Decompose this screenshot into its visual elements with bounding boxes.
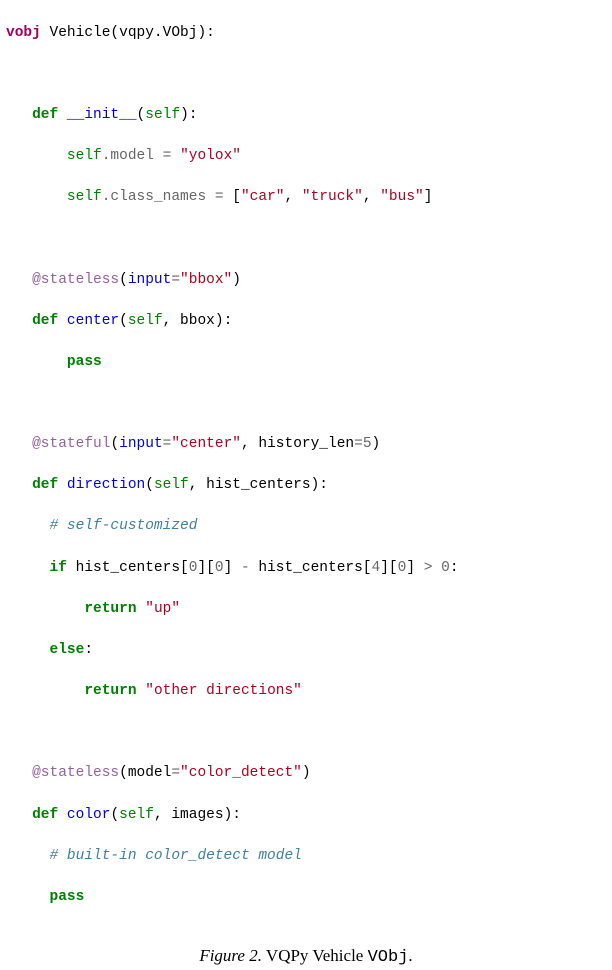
keyword-vobj: vobj [6, 25, 41, 41]
code-line: else: [6, 640, 604, 661]
string-literal: "other directions" [145, 683, 302, 699]
string-literal: "yolox" [180, 148, 241, 164]
code-line: def color(self, images): [6, 805, 604, 826]
code-line-blank [6, 393, 604, 414]
code-line: return "up" [6, 599, 604, 620]
string-literal: "center" [171, 436, 241, 452]
keyword-if: if [50, 560, 67, 576]
keyword-return: return [84, 601, 136, 617]
keyword-self: self [67, 189, 102, 205]
keyword-def: def [32, 107, 58, 123]
comment: # built-in color_detect model [50, 848, 302, 864]
code-line-blank [6, 64, 604, 85]
figure-caption: Figure 2. VQPy Vehicle VObj. [0, 944, 612, 970]
keyword-return: return [84, 683, 136, 699]
decorator: @stateless [32, 272, 119, 288]
code-line: self.model = "yolox" [6, 146, 604, 167]
code-line: return "other directions" [6, 681, 604, 702]
function-name: center [58, 313, 119, 329]
code-line-blank [6, 228, 604, 249]
code-line: pass [6, 352, 604, 373]
caption-prefix: Figure 2. [199, 946, 262, 965]
keyword-pass: pass [67, 354, 102, 370]
caption-mono: VObj [368, 948, 409, 967]
decorator: @stateful [32, 436, 110, 452]
code-line: pass [6, 887, 604, 908]
keyword-self: self [154, 477, 189, 493]
string-literal: "bbox" [180, 272, 232, 288]
comment: # self-customized [50, 518, 198, 534]
keyword-def: def [32, 807, 58, 823]
caption-text: VQPy Vehicle [262, 946, 368, 965]
code-line: # built-in color_detect model [6, 846, 604, 867]
code-line: @stateful(input="center", history_len=5) [6, 434, 604, 455]
keyword-self: self [128, 313, 163, 329]
keyword-def: def [32, 313, 58, 329]
code-line: def direction(self, hist_centers): [6, 475, 604, 496]
string-literal: "bus" [380, 189, 424, 205]
keyword-pass: pass [50, 889, 85, 905]
code-line: # self-customized [6, 516, 604, 537]
code-line: vobj Vehicle(vqpy.VObj): [6, 23, 604, 44]
code-line-blank [6, 722, 604, 743]
keyword-def: def [32, 477, 58, 493]
keyword-self: self [145, 107, 180, 123]
function-name: direction [58, 477, 145, 493]
code-block: vobj Vehicle(vqpy.VObj): def __init__(se… [0, 0, 612, 932]
decorator: @stateless [32, 765, 119, 781]
class-decl: Vehicle(vqpy.VObj): [41, 25, 215, 41]
string-literal: "color_detect" [180, 765, 302, 781]
string-literal: "car" [241, 189, 285, 205]
keyword-else: else [50, 642, 85, 658]
code-line: @stateless(input="bbox") [6, 270, 604, 291]
code-line: if hist_centers[0][0] - hist_centers[4][… [6, 558, 604, 579]
function-name: __init__ [58, 107, 136, 123]
code-line: self.class_names = ["car", "truck", "bus… [6, 187, 604, 208]
code-line: def __init__(self): [6, 105, 604, 126]
string-literal: "up" [145, 601, 180, 617]
function-name: color [58, 807, 110, 823]
code-line: def center(self, bbox): [6, 311, 604, 332]
keyword-self: self [119, 807, 154, 823]
string-literal: "truck" [302, 189, 363, 205]
keyword-self: self [67, 148, 102, 164]
caption-suffix: . [408, 946, 412, 965]
code-line: @stateless(model="color_detect") [6, 763, 604, 784]
